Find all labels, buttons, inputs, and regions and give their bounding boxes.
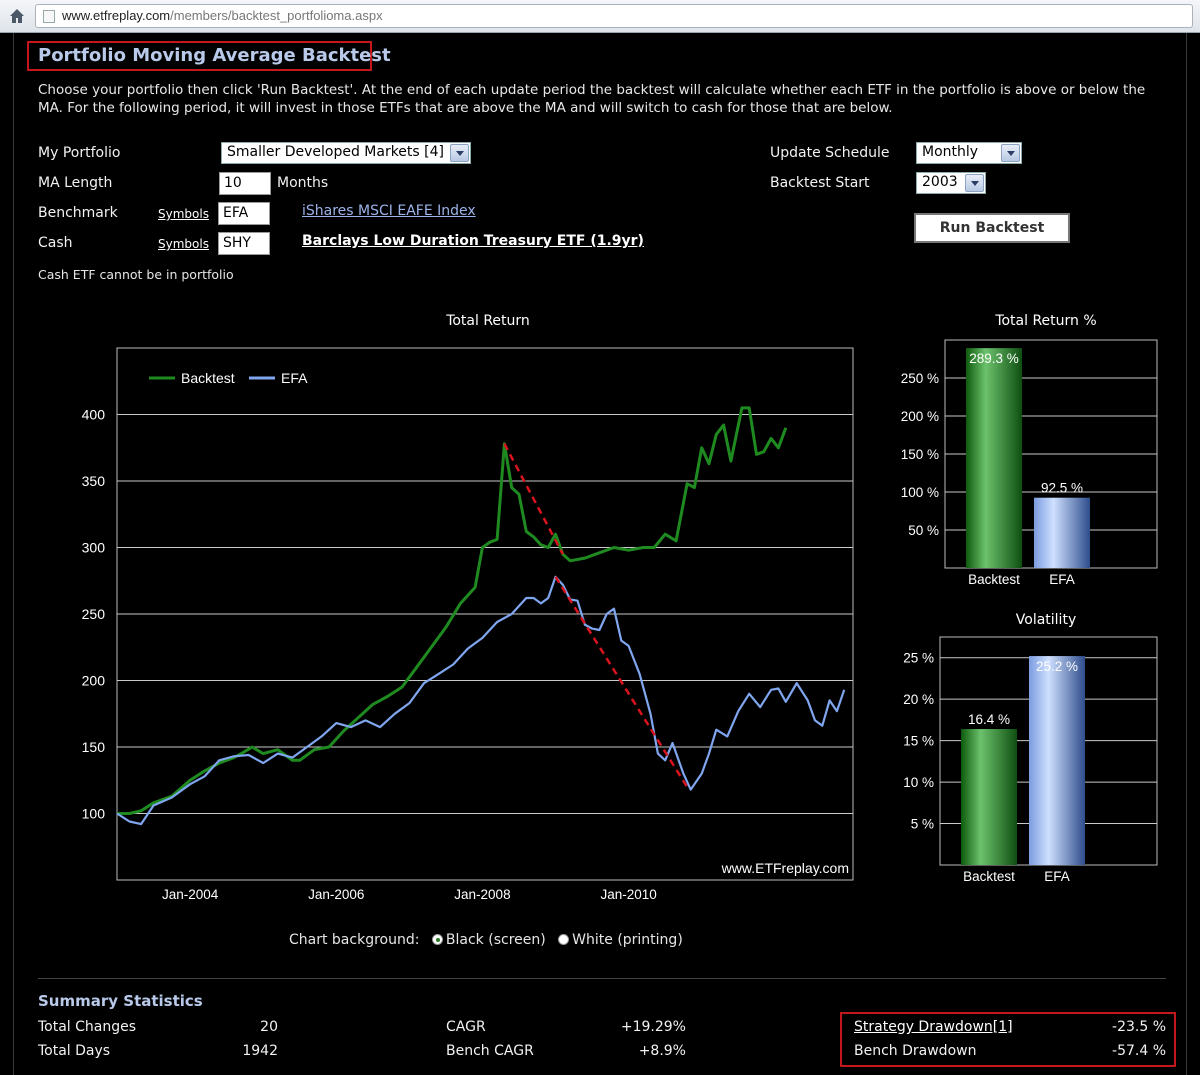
white-background-radio[interactable]: [558, 934, 570, 945]
benchmark-label: Benchmark: [38, 205, 118, 221]
x-category-label: Backtest: [963, 869, 1015, 884]
x-category-label: EFA: [1049, 572, 1075, 587]
page-title: Portfolio Moving Average Backtest: [38, 45, 391, 66]
run-backtest-button[interactable]: Run Backtest: [914, 213, 1070, 243]
benchmark-name-link[interactable]: iShares MSCI EAFE Index: [302, 203, 476, 219]
y-tick-label: 150: [82, 739, 106, 755]
strategy-drawdown-value: -23.5 %: [1112, 1019, 1166, 1035]
cagr-label: CAGR: [446, 1019, 486, 1035]
bench-drawdown-value: -57.4 %: [1112, 1043, 1166, 1059]
cagr-value: +19.29%: [620, 1019, 686, 1035]
total-days-label: Total Days: [38, 1043, 111, 1059]
y-tick-label: 10 %: [903, 775, 934, 790]
y-tick-label: 15 %: [903, 734, 934, 749]
bench-cagr-label: Bench CAGR: [446, 1043, 534, 1059]
y-tick-label: 200: [82, 673, 106, 689]
black-background-radio[interactable]: [431, 934, 443, 945]
bar-efa: [1029, 656, 1085, 865]
legend-label: Backtest: [181, 370, 235, 386]
update-schedule-label: Update Schedule: [770, 145, 890, 161]
total-return-chart-title: Total Return: [446, 313, 530, 329]
ma-length-input[interactable]: 10: [219, 172, 271, 195]
update-schedule-select[interactable]: Monthly: [916, 142, 1022, 164]
chevron-down-icon: [1001, 144, 1020, 162]
white-background-label: White (printing): [572, 932, 683, 948]
y-tick-label: 100 %: [901, 485, 939, 500]
backtest-start-select[interactable]: 2003: [916, 172, 986, 194]
y-tick-label: 250 %: [901, 371, 939, 386]
browser-toolbar: www.etfreplay.com/members/backtest_portf…: [0, 0, 1200, 33]
address-bar[interactable]: www.etfreplay.com/members/backtest_portf…: [35, 4, 1193, 28]
home-icon[interactable]: [9, 8, 25, 24]
watermark: www.ETFreplay.com: [721, 860, 849, 876]
y-tick-label: 50 %: [908, 523, 939, 538]
benchmark-symbols-link[interactable]: Symbols: [158, 207, 209, 221]
summary-title: Summary Statistics: [38, 992, 203, 1010]
legend-label: EFA: [281, 370, 308, 386]
y-tick-label: 20 %: [903, 692, 934, 707]
y-tick-label: 300: [82, 540, 106, 556]
cash-symbols-link[interactable]: Symbols: [158, 237, 209, 251]
total-return-pct-bar-chart: 50 % 100 % 150 % 200 % 250 % 289.3 % Backtest 9…: [901, 339, 1158, 587]
total-return-pct-chart-title: Total Return %: [995, 313, 1097, 329]
bar-value-label: 92.5 %: [1041, 481, 1083, 496]
chevron-down-icon: [450, 144, 469, 162]
x-tick-label: Jan-2004: [162, 887, 219, 902]
intro-text: Choose your portfolio then click 'Run Ba…: [38, 82, 1146, 116]
bar-value-label: 25.2 %: [1036, 659, 1078, 674]
chevron-down-icon: [965, 174, 984, 192]
strategy-drawdown-link[interactable]: Strategy Drawdown[1]: [854, 1019, 1013, 1035]
total-days-value: 1942: [242, 1043, 278, 1059]
x-tick-label: Jan-2006: [308, 887, 364, 902]
y-tick-label: 400: [82, 407, 106, 423]
portfolio-select[interactable]: Smaller Developed Markets [4]: [221, 142, 471, 164]
total-return-line-chart: 100 150 200 250 300 350 400 Jan-2004 Jan-2006 Jan…: [82, 347, 854, 902]
cash-label: Cash: [38, 235, 73, 251]
chart-background-options: Chart background: Black (screen) White (…: [289, 932, 683, 948]
bar-efa: [1034, 497, 1090, 568]
backtest-start-label: Backtest Start: [770, 175, 870, 191]
url-text: www.etfreplay.com/members/backtest_portf…: [62, 8, 383, 23]
bar-backtest: [961, 729, 1017, 865]
benchmark-input[interactable]: EFA: [218, 202, 270, 225]
volatility-chart-title: Volatility: [1015, 612, 1077, 628]
y-tick-label: 150 %: [901, 447, 939, 462]
y-tick-label: 5 %: [911, 817, 934, 832]
bench-drawdown-label: Bench Drawdown: [854, 1043, 977, 1059]
bar-backtest: [966, 348, 1022, 568]
portfolio-select-value: Smaller Developed Markets [4]: [227, 144, 444, 160]
ma-length-label: MA Length: [38, 175, 113, 191]
x-tick-label: Jan-2010: [600, 887, 656, 902]
y-tick-label: 350: [82, 473, 106, 489]
y-tick-label: 200 %: [901, 409, 939, 424]
update-schedule-value: Monthly: [922, 144, 979, 160]
total-changes-value: 20: [260, 1019, 278, 1035]
x-category-label: EFA: [1044, 869, 1070, 884]
y-tick-label: 100: [82, 806, 106, 822]
bar-value-label: 289.3 %: [969, 351, 1019, 366]
x-category-label: Backtest: [968, 572, 1020, 587]
x-tick-label: Jan-2008: [454, 887, 510, 902]
bench-cagr-value: +8.9%: [638, 1043, 686, 1059]
chart-background-label: Chart background:: [289, 932, 420, 948]
divider: [38, 978, 1166, 979]
cash-input[interactable]: SHY: [218, 232, 270, 255]
cash-note: Cash ETF cannot be in portfolio: [38, 267, 234, 282]
total-changes-label: Total Changes: [38, 1019, 137, 1035]
page-icon: [43, 10, 55, 23]
black-background-label: Black (screen): [445, 932, 546, 948]
y-tick-label: 250: [82, 606, 106, 622]
ma-length-unit: Months: [277, 175, 329, 191]
bar-value-label: 16.4 %: [968, 712, 1010, 727]
y-tick-label: 25 %: [903, 651, 934, 666]
cash-name-link[interactable]: Barclays Low Duration Treasury ETF (1.9y…: [302, 233, 644, 249]
volatility-bar-chart: 5 % 10 % 15 % 20 % 25 % 16.4 % Backtest 25.2 % E…: [903, 636, 1158, 884]
backtest-start-value: 2003: [922, 174, 958, 190]
portfolio-label: My Portfolio: [38, 145, 121, 161]
